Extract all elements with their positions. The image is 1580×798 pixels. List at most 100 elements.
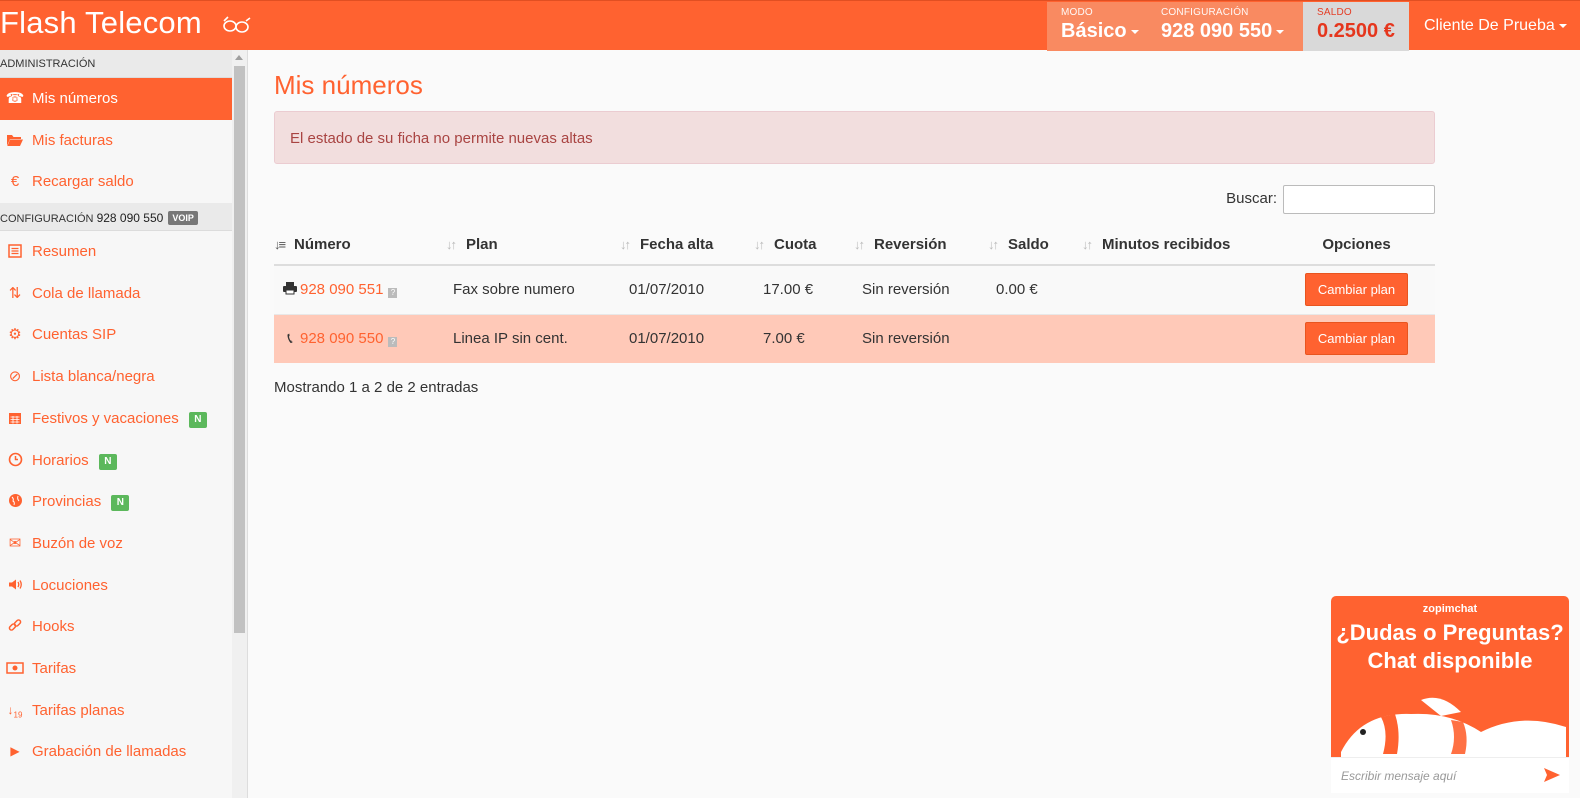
numbers-table: ↓≡ Número ↓↑ Plan ↓↑ Fecha alta ↓↑ Cuota ↓↑ R… (274, 224, 1435, 363)
calendar-icon (5, 398, 25, 439)
cambiar-plan-button[interactable]: Cambiar plan (1304, 322, 1409, 356)
column-label: Cuota (774, 235, 817, 253)
column-label: Saldo (1008, 235, 1049, 253)
sidebar-item-label: Mis facturas (32, 131, 113, 149)
sidebar-item-label: Hooks (32, 618, 75, 636)
column-header-saldo[interactable]: ↓↑ Saldo (988, 224, 1082, 266)
new-badge: N (98, 453, 117, 470)
sort-icon: ↓↑ (620, 236, 631, 252)
sidebar-item-grabacion-llamadas[interactable]: ▶ Grabación de llamadas (0, 731, 232, 773)
search-row: Buscar: (274, 164, 1435, 214)
sidebar-item-label: Cuentas SIP (32, 326, 117, 344)
column-header-reversion[interactable]: ↓↑ Reversión (854, 224, 988, 266)
column-label: Minutos recibidos (1102, 235, 1231, 253)
chat-widget[interactable]: zopimchat ¿Dudas o Preguntas? Chat dispo… (1331, 596, 1569, 793)
modo-value: Básico (1061, 20, 1127, 42)
sidebar-item-buzon-de-voz[interactable]: ✉ Buzón de voz (0, 523, 232, 565)
sidebar-item-locuciones[interactable]: Locuciones (0, 565, 232, 607)
column-header-numero[interactable]: ↓≡ Número (274, 224, 446, 266)
cell-numero: 📞︎ 928 090 550? (274, 314, 446, 363)
cambiar-plan-button[interactable]: Cambiar plan (1304, 273, 1409, 307)
chat-title-line2: Chat disponible (1367, 648, 1533, 673)
sort-icon: ↓↑ (1082, 236, 1093, 252)
sidebar-item-horarios[interactable]: Horarios N (0, 440, 232, 482)
sidebar-item-lista-blanca-negra[interactable]: ⊘ Lista blanca/negra (0, 356, 232, 398)
sidebar-item-label: Cola de llamada (32, 284, 141, 302)
cell-minutos (1082, 265, 1278, 315)
fish-logo-icon (223, 16, 251, 33)
gear-icon: ⚙ (8, 326, 22, 344)
scroll-up-arrow-icon[interactable] (235, 55, 243, 60)
modo-label: MODO (1061, 7, 1093, 18)
column-header-plan[interactable]: ↓↑ Plan (446, 224, 620, 266)
send-icon[interactable] (1543, 766, 1561, 784)
clock-icon (5, 440, 25, 481)
cell-cuota: 7.00 € (754, 314, 854, 363)
brand-logo[interactable]: Flash Telecom (0, 5, 202, 41)
cell-plan: Fax sobre numero (446, 265, 620, 315)
sidebar-scrollbar[interactable] (232, 50, 247, 798)
sidebar-item-tarifas[interactable]: Tarifas (0, 648, 232, 690)
sidebar-item-label: Horarios (32, 451, 89, 469)
sidebar-item-cuentas-sip[interactable]: ⚙ Cuentas SIP (0, 314, 232, 356)
table-row: 📞︎ 928 090 550? Linea IP sin cent. 01/07/… (274, 314, 1435, 363)
sidebar-item-mis-numeros[interactable]: ☎ Mis números (0, 78, 232, 120)
sort-icon: ↓↑ (754, 236, 765, 252)
globe-icon (5, 481, 25, 522)
sort-numeric-icon: ↓19 (7, 702, 23, 720)
sidebar-item-label: Provincias (32, 493, 102, 511)
chat-placeholder: Escribir mensaje aquí (1341, 769, 1457, 783)
saldo-value: 0.2500 € (1317, 20, 1395, 42)
folder-icon (5, 120, 25, 161)
top-navbar: Flash Telecom MODO Básico CONFIGURACIÓN … (0, 0, 1580, 51)
cell-reversion: Sin reversión (854, 314, 988, 363)
fax-icon (280, 281, 300, 298)
sidebar-item-recargar-saldo[interactable]: € Recargar saldo (0, 161, 232, 203)
cell-opciones: Cambiar plan (1278, 314, 1435, 363)
new-badge: N (111, 495, 130, 512)
column-header-cuota[interactable]: ↓↑ Cuota (754, 224, 854, 266)
sidebar-item-provincias[interactable]: Provincias N (0, 481, 232, 523)
table-info: Mostrando 1 a 2 de 2 entradas (274, 379, 479, 396)
sidebar-item-cola-de-llamada[interactable]: ⇅ Cola de llamada (0, 273, 232, 315)
play-icon: ▶ (10, 744, 20, 759)
user-menu-dropdown[interactable]: Cliente De Prueba (1424, 17, 1567, 35)
number-link[interactable]: 928 090 551 (300, 281, 383, 298)
column-label: Fecha alta (640, 235, 714, 253)
sidebar-item-label: Mis números (32, 90, 118, 107)
configuracion-dropdown[interactable]: CONFIGURACIÓN 928 090 550 (1147, 2, 1303, 51)
help-icon[interactable]: ? (388, 288, 398, 299)
money-icon (5, 648, 25, 689)
modo-dropdown[interactable]: MODO Básico (1047, 2, 1147, 51)
sidebar-item-festivos-vacaciones[interactable]: Festivos y vacaciones N (0, 398, 232, 440)
sidebar-item-tarifas-planas[interactable]: ↓19 Tarifas planas (0, 690, 232, 732)
sort-icon: ↓↑ (988, 236, 999, 252)
cell-fecha: 01/07/2010 (620, 314, 754, 363)
number-link[interactable]: 928 090 550 (300, 330, 383, 347)
column-header-fecha-alta[interactable]: ↓↑ Fecha alta (620, 224, 754, 266)
sidebar-section-admin: ADMINISTRACIÓN (0, 50, 247, 78)
saldo-display: SALDO 0.2500 € (1303, 2, 1409, 51)
configuracion-label: CONFIGURACIÓN (1161, 7, 1249, 18)
sort-icon: ↓↑ (854, 236, 865, 252)
column-header-minutos[interactable]: ↓↑ Minutos recibidos (1082, 224, 1278, 266)
new-badge: N (188, 411, 207, 428)
caret-down-icon (1130, 29, 1139, 34)
sort-icon: ↓↑ (446, 236, 457, 252)
clownfish-illustration-icon (1341, 697, 1566, 762)
sidebar-item-label: Recargar saldo (32, 173, 134, 191)
cell-numero: 928 090 551? (274, 265, 446, 315)
help-icon[interactable]: ? (388, 337, 398, 348)
caret-down-icon (1558, 23, 1567, 28)
phone-icon: 📞︎ (287, 330, 293, 348)
sidebar-item-hooks[interactable]: Hooks (0, 606, 232, 648)
search-input[interactable] (1283, 185, 1435, 214)
chat-message-input[interactable]: Escribir mensaje aquí (1331, 757, 1569, 793)
sidebar-item-resumen[interactable]: Resumen (0, 231, 232, 273)
sidebar-item-mis-facturas[interactable]: Mis facturas (0, 120, 232, 162)
scrollbar-thumb[interactable] (234, 66, 245, 633)
chat-title-line1: ¿Dudas o Preguntas? (1336, 620, 1564, 645)
sidebar-item-label: Festivos y vacaciones (32, 409, 179, 427)
main-content: Mis números El estado de su ficha no per… (274, 50, 1435, 396)
caret-down-icon (1276, 29, 1285, 34)
